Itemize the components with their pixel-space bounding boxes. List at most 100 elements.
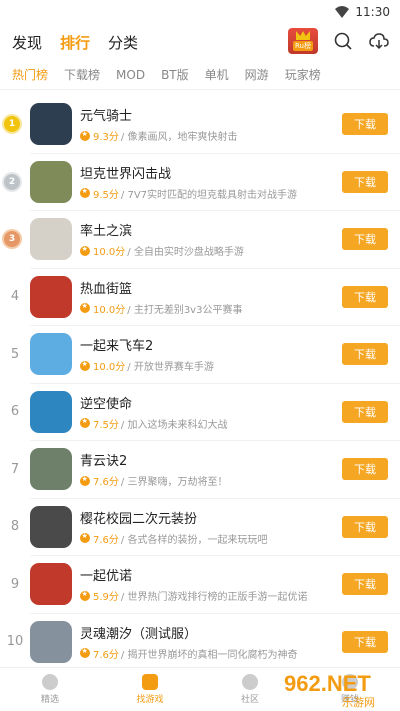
app-icon[interactable] <box>30 218 72 261</box>
app-icon[interactable] <box>30 448 72 491</box>
app-info: 青云诀2 7.6分 / 三界聚嗨，万劫将至！ <box>80 450 342 488</box>
app-icon[interactable] <box>30 103 72 146</box>
rank-number: 10 <box>6 634 24 650</box>
app-icon[interactable] <box>30 160 72 203</box>
app-meta: 10.0分 / 主打无差别3v3公平赛事 <box>80 301 342 316</box>
rank-number: 3 <box>8 234 16 245</box>
app-meta: 5.9分 / 世界热门游戏排行榜的正版手游一起优诺 <box>80 588 342 603</box>
star-icon <box>80 187 90 199</box>
app-name: 一起优诺 <box>80 569 133 585</box>
app-meta: 10.0分 / 全自由实时沙盘战略手游 <box>80 243 342 258</box>
app-name: 元气骑士 <box>80 109 133 125</box>
download-button[interactable]: 下载 <box>342 113 388 136</box>
list-item[interactable]: 1 元气骑士 9.3分 / 像素画风，地牢爽快射击 下载 <box>4 96 400 154</box>
app-name: 樱花校园二次元装扮 <box>80 511 198 527</box>
list-item[interactable]: 4 热血街篮 10.0分 / 主打无差别3v3公平赛事 下载 <box>11 269 400 326</box>
download-button[interactable]: 下载 <box>342 170 388 193</box>
rank-badge-button[interactable]: Ru榜 <box>288 28 318 54</box>
app-score: 7.6分 <box>93 534 119 546</box>
watermark-logo: 962.NET 乐游网 <box>284 671 375 709</box>
nav-find-games[interactable]: 找游戏 <box>100 668 200 711</box>
star-icon <box>80 532 90 544</box>
app-icon[interactable] <box>30 505 72 548</box>
list-item[interactable]: 9 一起优诺 5.9分 / 世界热门游戏排行榜的正版手游一起优诺 下载 <box>11 556 400 614</box>
app-info: 元气骑士 9.3分 / 像素画风，地牢爽快射击 <box>80 105 342 143</box>
download-button[interactable]: 下载 <box>342 630 388 653</box>
rank-medal-icon: 3 <box>4 231 20 248</box>
app-name: 坦克世界闪击战 <box>80 166 172 182</box>
subtab-single[interactable]: 单机 <box>205 66 229 83</box>
app-icon[interactable] <box>30 620 72 663</box>
download-cloud-icon[interactable] <box>368 30 390 52</box>
nav-label: 社区 <box>240 695 259 705</box>
rank-number: 1 <box>8 119 16 130</box>
rank-number: 2 <box>8 176 16 187</box>
star-icon <box>80 590 90 601</box>
list-item[interactable]: 7 青云诀2 7.6分 / 三界聚嗨，万劫将至！ 下载 <box>11 441 400 499</box>
tab-discover[interactable]: 发现 <box>12 32 42 53</box>
app-score: 9.3分 <box>93 132 119 144</box>
list-item[interactable]: 8 樱花校园二次元装扮 7.6分 / 各式各样的装扮，一起来玩玩吧 下载 <box>11 499 400 556</box>
app-name: 逆空使命 <box>80 396 133 412</box>
subtab-online[interactable]: 网游 <box>245 66 269 83</box>
featured-icon <box>42 674 58 690</box>
app-meta: 7.6分 / 揭开世界崩坏的真相一同化腐朽为神奇 <box>80 646 342 661</box>
list-item[interactable]: 3 率土之滨 10.0分 / 全自由实时沙盘战略手游 下载 <box>4 211 400 269</box>
app-name: 青云诀2 <box>80 454 128 470</box>
rank-badge-label: Ru榜 <box>293 41 313 51</box>
list-item[interactable]: 10 灵魂潮汐（测试服） 7.6分 / 揭开世界崩坏的真相一同化腐朽为神奇 下载 <box>7 614 400 671</box>
list-item[interactable]: 6 逆空使命 7.5分 / 加入这场未来科幻大战 下载 <box>11 384 400 441</box>
rank-number: 9 <box>10 576 20 592</box>
rank-number: 4 <box>10 289 20 305</box>
ranking-list: 1 元气骑士 9.3分 / 像素画风，地牢爽快射击 下载 2 坦克世界闪击战 9… <box>0 96 400 671</box>
app-desc: / 像素画风，地牢爽快射击 <box>120 132 238 144</box>
wifi-icon <box>335 6 350 18</box>
app-score: 10.0分 <box>93 362 126 374</box>
tab-category[interactable]: 分类 <box>108 32 138 53</box>
app-score: 10.0分 <box>93 247 126 259</box>
app-name: 灵魂潮汐（测试服） <box>80 626 198 642</box>
download-button[interactable]: 下载 <box>342 573 388 596</box>
rank-medal-icon: 2 <box>4 173 20 190</box>
download-button[interactable]: 下载 <box>342 285 388 308</box>
subtab-player[interactable]: 玩家榜 <box>285 66 321 83</box>
app-meta: 9.3分 / 像素画风，地牢爽快射击 <box>80 128 342 143</box>
list-item[interactable]: 2 坦克世界闪击战 9.5分 / 7V7实时匹配的坦克载具射击对战手游 下载 <box>4 154 400 211</box>
app-icon[interactable] <box>30 333 72 376</box>
tab-ranking[interactable]: 排行 <box>60 32 90 53</box>
download-button[interactable]: 下载 <box>342 400 388 423</box>
subtab-hot[interactable]: 热门榜 <box>12 66 48 83</box>
app-score: 7.5分 <box>93 419 119 431</box>
list-item[interactable]: 5 一起来飞车2 10.0分 / 开放世界赛车手游 下载 <box>11 326 400 384</box>
download-button[interactable]: 下载 <box>342 515 388 538</box>
app-score: 5.9分 <box>93 592 119 604</box>
app-icon[interactable] <box>30 275 72 318</box>
app-info: 樱花校园二次元装扮 7.6分 / 各式各样的装扮，一起来玩玩吧 <box>80 508 342 546</box>
app-meta: 10.0分 / 开放世界赛车手游 <box>80 358 342 373</box>
watermark-sub: 乐游网 <box>342 696 375 709</box>
crown-icon <box>296 31 310 40</box>
subtab-mod[interactable]: MOD <box>116 68 145 82</box>
app-desc: / 开放世界赛车手游 <box>127 362 214 374</box>
star-icon <box>80 302 90 314</box>
header: 发现 排行 分类 Ru榜 <box>0 24 400 60</box>
community-icon <box>242 674 258 690</box>
app-icon[interactable] <box>30 390 72 433</box>
rank-number: 7 <box>10 461 20 477</box>
subtab-bt[interactable]: BT版 <box>161 66 189 83</box>
app-name: 一起来飞车2 <box>80 339 154 355</box>
app-meta: 7.6分 / 三界聚嗨，万劫将至！ <box>80 473 342 488</box>
star-icon <box>80 417 90 429</box>
gamepad-icon <box>142 674 158 690</box>
app-meta: 7.5分 / 加入这场未来科幻大战 <box>80 416 342 431</box>
nav-featured[interactable]: 精选 <box>0 668 100 711</box>
download-button[interactable]: 下载 <box>342 228 388 251</box>
rank-number: 5 <box>10 346 20 362</box>
app-info: 灵魂潮汐（测试服） 7.6分 / 揭开世界崩坏的真相一同化腐朽为神奇 <box>80 623 342 661</box>
subtab-download[interactable]: 下载榜 <box>64 66 100 83</box>
app-name: 热血街篮 <box>80 281 133 297</box>
download-button[interactable]: 下载 <box>342 458 388 481</box>
search-icon[interactable] <box>332 30 354 52</box>
app-icon[interactable] <box>30 563 72 606</box>
download-button[interactable]: 下载 <box>342 343 388 366</box>
